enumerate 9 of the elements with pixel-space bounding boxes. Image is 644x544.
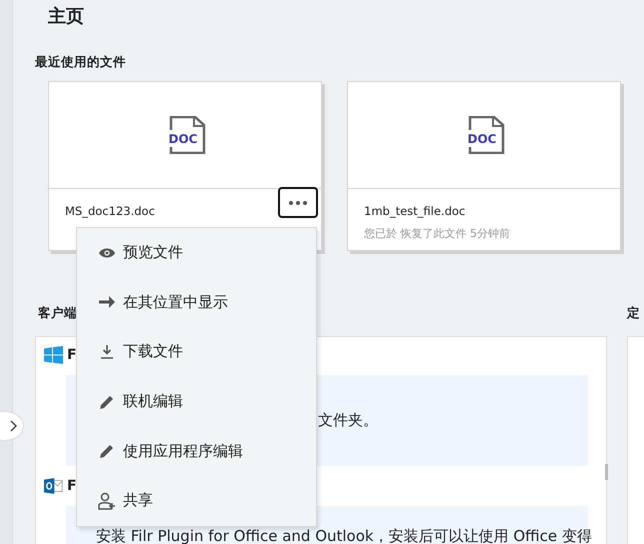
section-heading: 最近使用的文件 xyxy=(35,54,127,70)
info-text: 文件夹。 xyxy=(318,411,378,430)
client-title: F xyxy=(67,478,77,494)
page-title: 主页 xyxy=(48,5,85,28)
section-heading: 客户端 xyxy=(38,305,78,321)
info-text: 安装 Filr Plugin for Office and Outlook，安装后可以让使用 Office 变得 xyxy=(96,527,592,544)
client-title: F xyxy=(67,347,77,363)
file-activity: 您已於 恢复了此文件 5分钟前 xyxy=(364,226,511,241)
section-heading: 定 xyxy=(627,305,641,321)
